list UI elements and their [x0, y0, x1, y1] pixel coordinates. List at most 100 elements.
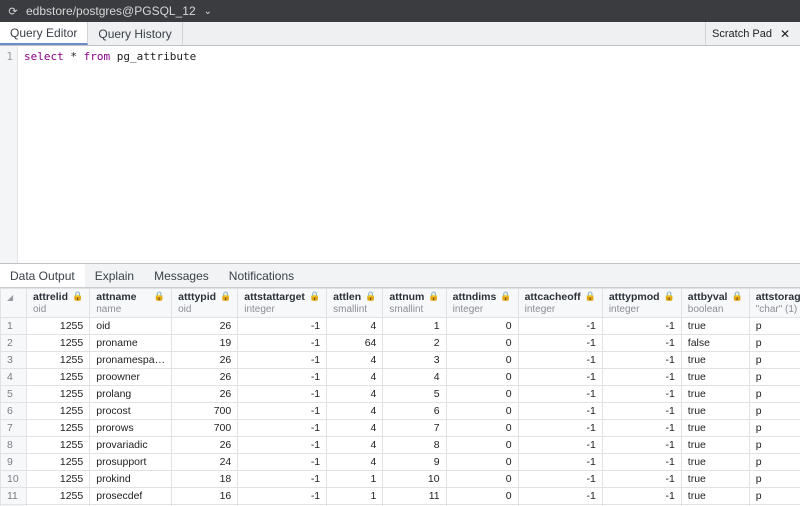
cell[interactable]: -1	[238, 369, 327, 386]
cell[interactable]: oid	[90, 318, 172, 335]
cell[interactable]: 26	[172, 386, 238, 403]
cell[interactable]: 8	[383, 437, 446, 454]
cell[interactable]: proowner	[90, 369, 172, 386]
cell[interactable]: true	[681, 471, 749, 488]
cell[interactable]: false	[681, 335, 749, 352]
cell[interactable]: prosupport	[90, 454, 172, 471]
cell[interactable]: -1	[602, 369, 681, 386]
connection-title[interactable]: edbstore/postgres@PGSQL_12	[26, 4, 196, 18]
cell[interactable]: true	[681, 454, 749, 471]
column-header-attnum[interactable]: attnum🔒smallint	[383, 289, 446, 318]
table-row[interactable]: 71255prorows700-1470-1-1truepitruefalse	[1, 420, 800, 437]
row-number[interactable]: 1	[1, 318, 27, 335]
cell[interactable]: 1255	[27, 437, 90, 454]
cell[interactable]: -1	[238, 437, 327, 454]
cell[interactable]: p	[749, 437, 800, 454]
cell[interactable]: -1	[238, 488, 327, 505]
row-number[interactable]: 8	[1, 437, 27, 454]
cell[interactable]: -1	[602, 437, 681, 454]
cell[interactable]: true	[681, 386, 749, 403]
cell[interactable]: 26	[172, 352, 238, 369]
cell[interactable]: -1	[518, 352, 602, 369]
row-number[interactable]: 11	[1, 488, 27, 505]
cell[interactable]: 4	[327, 420, 383, 437]
tab-notifications[interactable]: Notifications	[219, 264, 304, 287]
cell[interactable]: -1	[238, 386, 327, 403]
cell[interactable]: 1255	[27, 454, 90, 471]
cell[interactable]: true	[681, 437, 749, 454]
cell[interactable]: prolang	[90, 386, 172, 403]
cell[interactable]: 4	[327, 437, 383, 454]
cell[interactable]: 0	[446, 454, 518, 471]
cell[interactable]: -1	[238, 352, 327, 369]
cell[interactable]: p	[749, 318, 800, 335]
table-row[interactable]: 101255prokind18-11100-1-1truepctruefalse	[1, 471, 800, 488]
cell[interactable]: 1255	[27, 488, 90, 505]
cell[interactable]: -1	[518, 335, 602, 352]
cell[interactable]: 0	[446, 352, 518, 369]
cell[interactable]: p	[749, 420, 800, 437]
cell[interactable]: 26	[172, 369, 238, 386]
cell[interactable]: 1255	[27, 471, 90, 488]
cell[interactable]: 7	[383, 420, 446, 437]
cell[interactable]: prokind	[90, 471, 172, 488]
cell[interactable]: p	[749, 352, 800, 369]
cell[interactable]: 1255	[27, 369, 90, 386]
cell[interactable]: p	[749, 454, 800, 471]
cell[interactable]: 5	[383, 386, 446, 403]
column-header-atttypmod[interactable]: atttypmod🔒integer	[602, 289, 681, 318]
cell[interactable]: p	[749, 488, 800, 505]
cell[interactable]: -1	[602, 471, 681, 488]
cell[interactable]: -1	[602, 403, 681, 420]
row-number[interactable]: 6	[1, 403, 27, 420]
cell[interactable]: -1	[518, 403, 602, 420]
close-icon[interactable]: ✕	[776, 27, 794, 41]
cell[interactable]: 16	[172, 488, 238, 505]
cell[interactable]: p	[749, 369, 800, 386]
tab-data-output[interactable]: Data Output	[0, 264, 85, 287]
cell[interactable]: -1	[602, 488, 681, 505]
cell[interactable]: provariadic	[90, 437, 172, 454]
table-row[interactable]: 41255proowner26-1440-1-1truepitruefalse	[1, 369, 800, 386]
cell[interactable]: 0	[446, 403, 518, 420]
cell[interactable]: true	[681, 488, 749, 505]
cell[interactable]: 0	[446, 386, 518, 403]
cell[interactable]: 6	[383, 403, 446, 420]
cell[interactable]: 2	[383, 335, 446, 352]
refresh-icon[interactable]: ⟳	[6, 4, 20, 18]
cell[interactable]: -1	[518, 420, 602, 437]
cell[interactable]: 1255	[27, 318, 90, 335]
cell[interactable]: 1255	[27, 403, 90, 420]
cell[interactable]: 4	[383, 369, 446, 386]
tab-query-history[interactable]: Query History	[88, 22, 182, 45]
cell[interactable]: true	[681, 352, 749, 369]
cell[interactable]: p	[749, 335, 800, 352]
cell[interactable]: -1	[238, 471, 327, 488]
row-number[interactable]: 9	[1, 454, 27, 471]
cell[interactable]: 3	[383, 352, 446, 369]
table-row[interactable]: 51255prolang26-1450-1-1truepitruefalse	[1, 386, 800, 403]
table-row[interactable]: 11255oid26-1410-1-1truepitruefalse	[1, 318, 800, 335]
column-header-attbyval[interactable]: attbyval🔒boolean	[681, 289, 749, 318]
cell[interactable]: 18	[172, 471, 238, 488]
cell[interactable]: 19	[172, 335, 238, 352]
column-header-attndims[interactable]: attndims🔒integer	[446, 289, 518, 318]
cell[interactable]: proname	[90, 335, 172, 352]
cell[interactable]: -1	[518, 437, 602, 454]
cell[interactable]: prorows	[90, 420, 172, 437]
cell[interactable]: 0	[446, 420, 518, 437]
cell[interactable]: true	[681, 369, 749, 386]
cell[interactable]: 9	[383, 454, 446, 471]
cell[interactable]: true	[681, 403, 749, 420]
cell[interactable]: -1	[238, 318, 327, 335]
row-number-header[interactable]: ◢	[1, 289, 27, 318]
cell[interactable]: 24	[172, 454, 238, 471]
cell[interactable]: 4	[327, 352, 383, 369]
column-header-attstattarget[interactable]: attstattarget🔒integer	[238, 289, 327, 318]
row-number[interactable]: 10	[1, 471, 27, 488]
cell[interactable]: 4	[327, 318, 383, 335]
cell[interactable]: prosecdef	[90, 488, 172, 505]
table-row[interactable]: 111255prosecdef16-11110-1-1truepctruefal…	[1, 488, 800, 505]
cell[interactable]: -1	[518, 386, 602, 403]
cell[interactable]: -1	[602, 318, 681, 335]
